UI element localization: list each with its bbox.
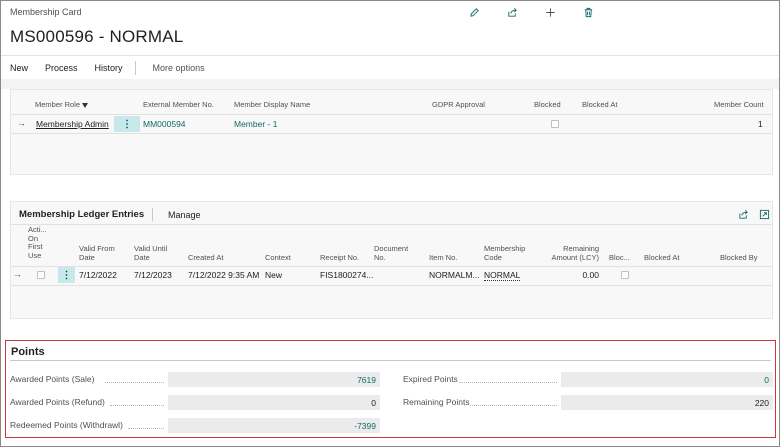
label-leader: [459, 382, 557, 383]
awarded-points-refund-label: Awarded Points (Refund): [10, 397, 105, 407]
remaining-amount-value: 0.00: [582, 270, 599, 280]
share-icon[interactable]: [493, 5, 531, 19]
col-membership-code[interactable]: Membership Code: [484, 244, 532, 262]
receipt-no-value: FIS1800274...: [320, 270, 374, 280]
page-caption: Membership Card: [10, 7, 82, 17]
col-blocked-by[interactable]: Blocked By: [720, 253, 758, 263]
label-leader: [128, 428, 164, 429]
row-divider: [11, 266, 772, 267]
member-display-name-link[interactable]: Member - 1: [234, 119, 277, 129]
row-divider: [11, 114, 772, 115]
redeemed-points-value[interactable]: -7399: [168, 418, 380, 433]
share-icon[interactable]: [738, 209, 749, 220]
col-receipt-no[interactable]: Receipt No.: [320, 253, 359, 263]
manage-action[interactable]: Manage: [168, 210, 201, 220]
col-valid-from-date[interactable]: Valid From Date: [79, 244, 121, 262]
col-member-role[interactable]: Member Role: [35, 100, 89, 110]
item-no-value: NORMALM...: [429, 270, 480, 280]
more-options-action[interactable]: More options: [144, 63, 213, 73]
expired-points-value[interactable]: 0: [561, 372, 773, 387]
blocked-checkbox[interactable]: [551, 120, 559, 128]
col-member-display-name[interactable]: Member Display Name: [234, 100, 310, 110]
points-section: Points Awarded Points (Sale) 7619 Awarde…: [5, 340, 776, 438]
awarded-points-sale-label: Awarded Points (Sale): [10, 374, 95, 384]
page-title: MS000596 - NORMAL: [10, 27, 184, 46]
active-on-first-use-checkbox[interactable]: [37, 271, 45, 279]
add-icon[interactable]: [531, 5, 569, 19]
membership-code-lookup[interactable]: NORMAL: [484, 270, 521, 281]
col-external-member-no[interactable]: External Member No.: [143, 100, 214, 110]
member-role-link[interactable]: Membership Admin: [36, 119, 109, 129]
edit-icon[interactable]: [455, 5, 493, 19]
label-leader: [110, 405, 164, 406]
col-item-no[interactable]: Item No.: [429, 253, 457, 263]
col-member-role-label: Member Role: [35, 100, 81, 109]
member-roles-part: Member Role External Member No. Member D…: [10, 89, 773, 175]
blocked-checkbox[interactable]: [621, 271, 629, 279]
row-menu-icon[interactable]: ⋮: [114, 116, 140, 132]
col-context[interactable]: Context: [265, 253, 291, 263]
ledger-entries-part: Membership Ledger Entries Manage Acti...…: [10, 201, 773, 319]
expand-icon[interactable]: [759, 209, 770, 220]
expired-points-label: Expired Points: [403, 374, 458, 384]
label-leader: [470, 405, 557, 406]
col-blocked[interactable]: Blocked: [534, 100, 561, 110]
col-gdpr-approval[interactable]: GDPR Approval: [432, 100, 485, 110]
part-header-divider: [11, 224, 772, 225]
col-valid-until-date[interactable]: Valid Until Date: [134, 244, 176, 262]
col-blocked-at[interactable]: Blocked At: [582, 100, 617, 110]
filter-icon: [82, 102, 89, 108]
membership-card-page: Membership Card MS000596 - NORMAL New Pr…: [0, 0, 780, 447]
new-action[interactable]: New: [1, 63, 36, 73]
col-blocked-at[interactable]: Blocked At: [644, 253, 679, 263]
label-leader: [105, 382, 164, 383]
action-bar: New Process History More options: [1, 55, 779, 79]
valid-from-date-value: 7/12/2022: [79, 270, 117, 280]
process-action[interactable]: Process: [36, 63, 86, 73]
page-action-icons: [455, 5, 607, 19]
awarded-points-refund-value: 0: [168, 395, 380, 410]
part-separator: [152, 208, 153, 221]
remaining-points-value: 220: [561, 395, 773, 410]
col-active-on-first-use[interactable]: Acti... On First Use: [28, 225, 48, 260]
points-title: Points: [11, 346, 45, 358]
member-count-value: 1: [758, 119, 763, 129]
history-action[interactable]: History: [86, 63, 131, 73]
valid-until-date-value: 7/12/2023: [134, 270, 172, 280]
points-title-rule: [10, 360, 771, 361]
context-value: New: [265, 270, 283, 280]
content-background-band: [1, 79, 779, 89]
remaining-points-label: Remaining Points: [403, 397, 470, 407]
col-blocked[interactable]: Bloc...: [609, 253, 630, 263]
action-separator: [134, 60, 136, 75]
created-at-value: 7/12/2022 9:35 AM: [188, 270, 260, 280]
row-menu-icon[interactable]: ⋮: [58, 267, 75, 283]
col-created-at[interactable]: Created At: [188, 253, 223, 263]
col-member-count[interactable]: Member Count: [714, 100, 764, 110]
col-remaining-amount[interactable]: Remaining Amount (LCY): [538, 244, 599, 262]
redeemed-points-label: Redeemed Points (Withdrawl): [10, 420, 123, 430]
row-divider: [11, 285, 772, 286]
col-document-no[interactable]: Document No.: [374, 244, 414, 262]
row-divider: [11, 133, 772, 134]
delete-icon[interactable]: [569, 5, 607, 19]
row-arrow-icon: →: [13, 269, 22, 279]
awarded-points-sale-value[interactable]: 7619: [168, 372, 380, 387]
ledger-part-title: Membership Ledger Entries: [19, 209, 145, 220]
row-arrow-icon: →: [17, 118, 26, 128]
external-member-no-link[interactable]: MM000594: [143, 119, 186, 129]
